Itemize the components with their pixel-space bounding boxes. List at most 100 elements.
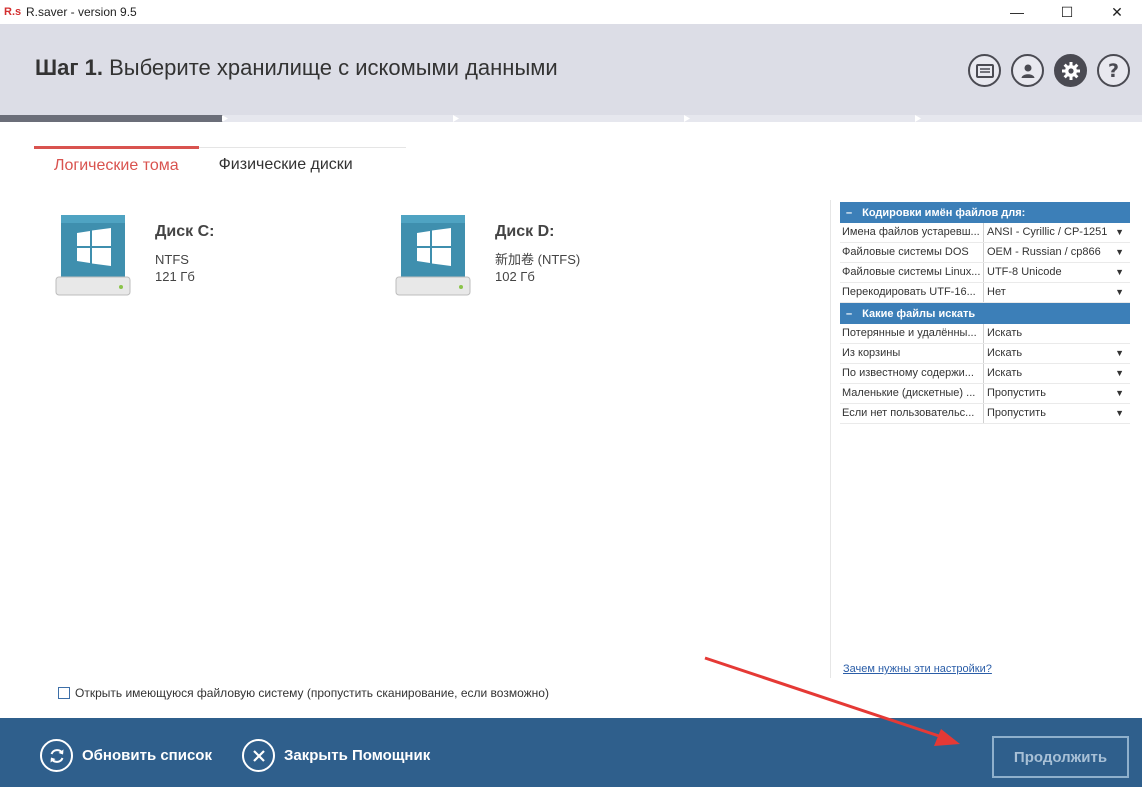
settings-icon[interactable] [1054, 54, 1087, 87]
disk-item[interactable]: Диск C: NTFS 121 Гб [55, 213, 214, 296]
setting-name: Потерянные и удалённы... [840, 324, 984, 343]
close-button[interactable]: ✕ [1092, 0, 1142, 24]
disk-info: Диск C: NTFS 121 Гб [155, 213, 214, 293]
progress-step-marker [684, 115, 690, 122]
setting-name: Из корзины [840, 344, 984, 363]
setting-value-select[interactable]: Пропустить ▼ [984, 384, 1130, 403]
setting-row: Маленькие (дискетные) ... Пропустить ▼ [840, 384, 1130, 404]
step-description: Выберите хранилище с искомыми данными [109, 55, 558, 80]
setting-value-select[interactable]: Искать ▼ [984, 344, 1130, 363]
tab-physical-disks[interactable]: Физические диски [199, 148, 373, 183]
collapse-icon: – [846, 206, 853, 219]
dropdown-arrow-icon[interactable]: ▼ [1115, 243, 1124, 262]
encoding-rows: Имена файлов устаревш... ANSI - Cyrillic … [840, 223, 1130, 303]
window-title: R.saver - version 9.5 [26, 5, 137, 19]
setting-value: Искать [987, 367, 1023, 379]
dropdown-arrow-icon[interactable]: ▼ [1115, 344, 1124, 363]
setting-row: Имена файлов устаревш... ANSI - Cyrillic … [840, 223, 1130, 243]
setting-value-select[interactable]: Нет ▼ [984, 283, 1130, 302]
disk-size: 102 Гб [495, 269, 535, 284]
tab-logical-volumes[interactable]: Логические тома [34, 146, 199, 183]
disk-filesystem: 新加卷 (NTFS) [495, 252, 581, 267]
title-bar: R.s R.saver - version 9.5 — ☐ ✕ [0, 0, 1142, 24]
disk-size: 121 Гб [155, 269, 195, 284]
setting-value-select[interactable]: Искать ▼ [984, 364, 1130, 383]
refresh-icon [40, 739, 73, 772]
wizard-progress-bar [0, 115, 1142, 122]
section-title: Какие файлы искать [862, 307, 976, 320]
setting-name: Файловые системы DOS [840, 243, 984, 262]
disk-filesystem: NTFS [155, 252, 189, 267]
wizard-header: Шаг 1. Выберите хранилище с искомыми дан… [0, 24, 1142, 115]
dropdown-arrow-icon[interactable]: ▼ [1115, 364, 1124, 383]
setting-name: Маленькие (дискетные) ... [840, 384, 984, 403]
close-wizard-button[interactable]: Закрыть Помощник [242, 739, 430, 772]
section-title: Кодировки имён файлов для: [862, 206, 1026, 219]
window-controls: — ☐ ✕ [992, 0, 1142, 24]
step-number: Шаг 1. [35, 55, 103, 80]
disk-info: Диск D: 新加卷 (NTFS) 102 Гб [495, 213, 580, 293]
setting-name: По известному содержи... [840, 364, 984, 383]
setting-row: Файловые системы DOS OEM - Russian / cp86… [840, 243, 1130, 263]
continue-button[interactable]: Продолжить [992, 736, 1129, 778]
setting-value-select[interactable]: OEM - Russian / cp866 ▼ [984, 243, 1130, 262]
windows-drive-icon [55, 213, 131, 296]
windows-drive-icon [395, 213, 471, 296]
open-filesystem-checkbox[interactable] [58, 687, 70, 699]
setting-row: Потерянные и удалённы... Искать [840, 324, 1130, 344]
collapse-icon: – [846, 307, 853, 320]
refresh-list-button[interactable]: Обновить список [40, 739, 212, 772]
encoding-section-header[interactable]: – Кодировки имён файлов для: [840, 202, 1130, 223]
help-icon[interactable]: ? [1097, 54, 1130, 87]
setting-name: Если нет пользовательс... [840, 404, 984, 423]
setting-value: OEM - Russian / cp866 [987, 246, 1101, 258]
refresh-list-label: Обновить список [82, 747, 212, 764]
progress-step-marker [453, 115, 459, 122]
progress-fill [0, 115, 223, 122]
log-icon[interactable] [968, 54, 1001, 87]
setting-value-select[interactable]: Искать [984, 324, 1130, 343]
setting-value: Пропустить [987, 387, 1046, 399]
setting-row: Перекодировать UTF-16... Нет ▼ [840, 283, 1130, 303]
setting-value: ANSI - Cyrillic / CP-1251 [987, 226, 1108, 238]
setting-name: Перекодировать UTF-16... [840, 283, 984, 302]
setting-value: Нет [987, 286, 1006, 298]
setting-value: Искать [987, 347, 1023, 359]
dropdown-arrow-icon[interactable]: ▼ [1115, 384, 1124, 403]
setting-value: UTF-8 Unicode [987, 266, 1062, 278]
setting-value-select[interactable]: UTF-8 Unicode ▼ [984, 263, 1130, 282]
setting-value: Искать [987, 327, 1023, 339]
setting-row: Файловые системы Linux... UTF-8 Unicode ▼ [840, 263, 1130, 283]
progress-step-marker [222, 115, 228, 122]
disk-name: Диск D: [495, 223, 555, 240]
search-section-header[interactable]: – Какие файлы искать [840, 303, 1130, 324]
disk-name: Диск C: [155, 223, 215, 240]
panel-divider [830, 200, 831, 678]
wizard-footer: Обновить список Закрыть Помощник Продолж… [0, 718, 1142, 787]
page-title: Шаг 1. Выберите хранилище с искомыми дан… [35, 55, 558, 81]
minimize-button[interactable]: — [992, 0, 1042, 24]
setting-value-select[interactable]: ANSI - Cyrillic / CP-1251 ▼ [984, 223, 1130, 242]
maximize-button[interactable]: ☐ [1042, 0, 1092, 24]
setting-value-select[interactable]: Пропустить ▼ [984, 404, 1130, 423]
setting-name: Имена файлов устаревш... [840, 223, 984, 242]
setting-row: Из корзины Искать ▼ [840, 344, 1130, 364]
app-logo: R.s [4, 6, 22, 18]
progress-step-marker [915, 115, 921, 122]
settings-help-link[interactable]: Зачем нужны эти настройки? [843, 663, 992, 675]
dropdown-arrow-icon[interactable]: ▼ [1115, 223, 1124, 242]
dropdown-arrow-icon[interactable]: ▼ [1115, 263, 1124, 282]
setting-row: По известному содержи... Искать ▼ [840, 364, 1130, 384]
header-toolbar: ? [968, 54, 1130, 87]
setting-value: Пропустить [987, 407, 1046, 419]
user-icon[interactable] [1011, 54, 1044, 87]
dropdown-arrow-icon[interactable]: ▼ [1115, 283, 1124, 302]
setting-name: Файловые системы Linux... [840, 263, 984, 282]
dropdown-arrow-icon[interactable]: ▼ [1115, 404, 1124, 423]
disk-item[interactable]: Диск D: 新加卷 (NTFS) 102 Гб [395, 213, 580, 296]
settings-panel: – Кодировки имён файлов для: Имена файло… [840, 202, 1130, 424]
close-wizard-label: Закрыть Помощник [284, 747, 431, 764]
open-filesystem-option[interactable]: Открыть имеющуюся файловую систему (проп… [58, 686, 549, 700]
open-filesystem-label: Открыть имеющуюся файловую систему (проп… [75, 686, 549, 700]
search-rows: Потерянные и удалённы... Искать Из корзины… [840, 324, 1130, 424]
